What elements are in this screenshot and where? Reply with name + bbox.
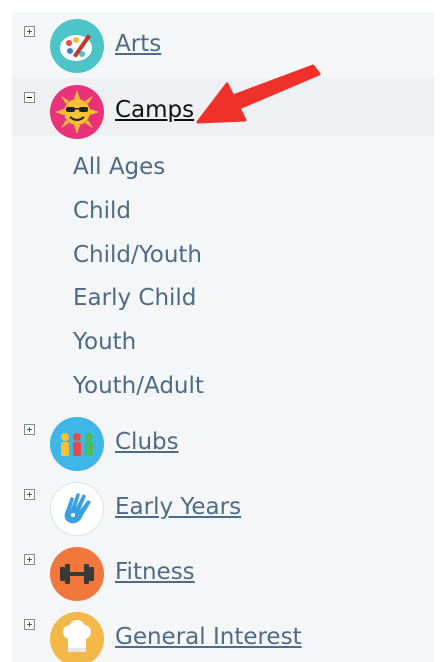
- chef-hat-icon: [50, 612, 104, 662]
- hand-icon: [50, 482, 104, 536]
- expand-toggle-general-interest[interactable]: [24, 619, 35, 630]
- subcategory-youth-adult[interactable]: Youth/Adult: [73, 373, 204, 399]
- category-row-clubs: Clubs: [12, 410, 434, 471]
- subcategory-early-child[interactable]: Early Child: [73, 285, 196, 311]
- expand-toggle-clubs[interactable]: [24, 424, 35, 435]
- category-row-early-years: Early Years: [12, 475, 434, 536]
- expand-toggle-fitness[interactable]: [24, 554, 35, 565]
- palette-icon: [50, 19, 104, 73]
- expand-toggle-early-years[interactable]: [24, 489, 35, 500]
- subcategory-child[interactable]: Child: [73, 198, 131, 224]
- sun-icon: [50, 85, 104, 139]
- category-link-general-interest[interactable]: General Interest: [115, 624, 302, 650]
- category-link-fitness[interactable]: Fitness: [115, 559, 195, 585]
- category-link-early-years[interactable]: Early Years: [115, 494, 241, 520]
- subcategory-youth[interactable]: Youth: [73, 329, 136, 355]
- subcategory-all-ages[interactable]: All Ages: [73, 154, 165, 180]
- category-row-general-interest: General Interest: [12, 605, 434, 662]
- category-link-arts[interactable]: Arts: [115, 31, 161, 57]
- subcategory-child-youth[interactable]: Child/Youth: [73, 242, 202, 268]
- category-link-camps[interactable]: Camps: [115, 97, 194, 123]
- category-link-clubs[interactable]: Clubs: [115, 429, 179, 455]
- expand-toggle-arts[interactable]: [24, 26, 35, 37]
- collapse-toggle-camps[interactable]: [24, 92, 35, 103]
- people-icon: [50, 417, 104, 471]
- annotation-arrow-icon: [196, 64, 321, 124]
- category-row-fitness: Fitness: [12, 540, 434, 601]
- dumbbell-icon: [50, 547, 104, 601]
